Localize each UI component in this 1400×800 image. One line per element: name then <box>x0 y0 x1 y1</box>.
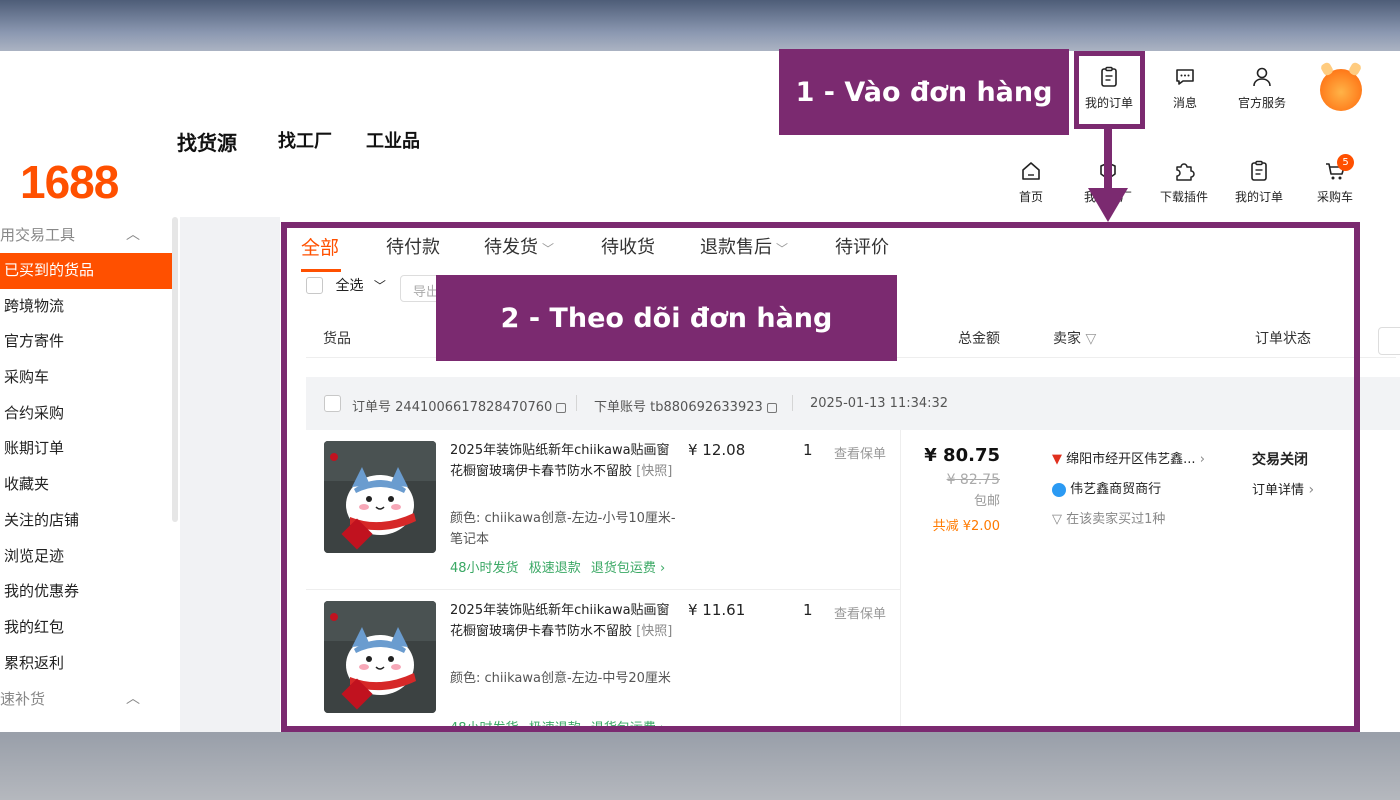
sidebar: 用交易工具 ︿ 已买到的货品 跨境物流 官方寄件 采购车 合约采购 账期订单 收… <box>0 217 172 717</box>
sub-cart-label: 采购车 <box>1316 190 1353 204</box>
highlight-my-orders <box>1074 51 1145 129</box>
top-official-service[interactable]: 官方服务 <box>1227 66 1297 111</box>
sub-cart[interactable]: 采购车 <box>1300 160 1370 205</box>
nav-find-factory[interactable]: 找工厂 <box>278 127 332 153</box>
sidebar-scrollbar[interactable] <box>172 217 178 522</box>
sub-download-plugin-label: 下载插件 <box>1159 190 1208 204</box>
sidebar-item-history[interactable]: 浏览足迹 <box>0 539 172 575</box>
sidebar-item-bought[interactable]: 已买到的货品 <box>0 253 172 289</box>
sub-my-orders-label: 我的订单 <box>1234 190 1283 204</box>
nav-find-goods[interactable]: 找货源 <box>177 127 237 156</box>
sidebar-item-contract[interactable]: 合约采购 <box>0 396 172 432</box>
sidebar-section-trade-tools[interactable]: 用交易工具 ︿ <box>0 217 172 253</box>
user-avatar[interactable] <box>1320 69 1362 111</box>
nav-industrial[interactable]: 工业品 <box>366 127 420 153</box>
chevron-up-icon: ︿ <box>126 691 140 708</box>
sidebar-item-cart[interactable]: 采购车 <box>0 360 172 396</box>
site-logo[interactable]: 1688 <box>20 155 119 209</box>
sub-home-label: 首页 <box>1018 190 1043 204</box>
sub-home[interactable]: 首页 <box>996 160 1066 205</box>
sidebar-item-followed-shops[interactable]: 关注的店铺 <box>0 503 172 539</box>
content-gutter <box>180 217 280 732</box>
order-clipboard-icon <box>1251 160 1267 181</box>
callout-step-1: 1 - Vào đơn hàng <box>779 49 1069 135</box>
top-messages[interactable]: 消息 <box>1150 66 1220 111</box>
sub-download-plugin[interactable]: 下载插件 <box>1149 160 1219 205</box>
annotation-arrow-head <box>1088 188 1128 222</box>
sidebar-item-logistics[interactable]: 跨境物流 <box>0 289 172 325</box>
sidebar-item-shipping[interactable]: 官方寄件 <box>0 324 172 360</box>
sidebar-item-credit-orders[interactable]: 账期订单 <box>0 431 172 467</box>
home-icon <box>1022 162 1040 180</box>
puzzle-icon <box>1176 163 1195 181</box>
callout-step-2: 2 - Theo dõi đơn hàng <box>436 275 897 361</box>
chevron-up-icon: ︿ <box>126 227 140 243</box>
sidebar-item-rebates[interactable]: 累积返利 <box>0 646 172 682</box>
sidebar-section-label: 速补货 <box>0 690 46 709</box>
sidebar-section-restock[interactable]: 速补货 ︿ <box>0 681 172 717</box>
sidebar-item-red-packets[interactable]: 我的红包 <box>0 610 172 646</box>
sidebar-section-label: 用交易工具 <box>0 226 76 244</box>
sidebar-item-favorites[interactable]: 收藏夹 <box>0 467 172 503</box>
user-icon <box>1253 67 1271 87</box>
top-official-service-label: 官方服务 <box>1237 96 1286 110</box>
sub-my-orders[interactable]: 我的订单 <box>1224 160 1294 205</box>
cart-badge: 5 <box>1337 154 1354 171</box>
top-messages-label: 消息 <box>1172 96 1197 110</box>
sidebar-item-coupons[interactable]: 我的优惠券 <box>0 574 172 610</box>
message-icon <box>1176 69 1194 85</box>
scroll-left-button[interactable] <box>1378 327 1400 355</box>
